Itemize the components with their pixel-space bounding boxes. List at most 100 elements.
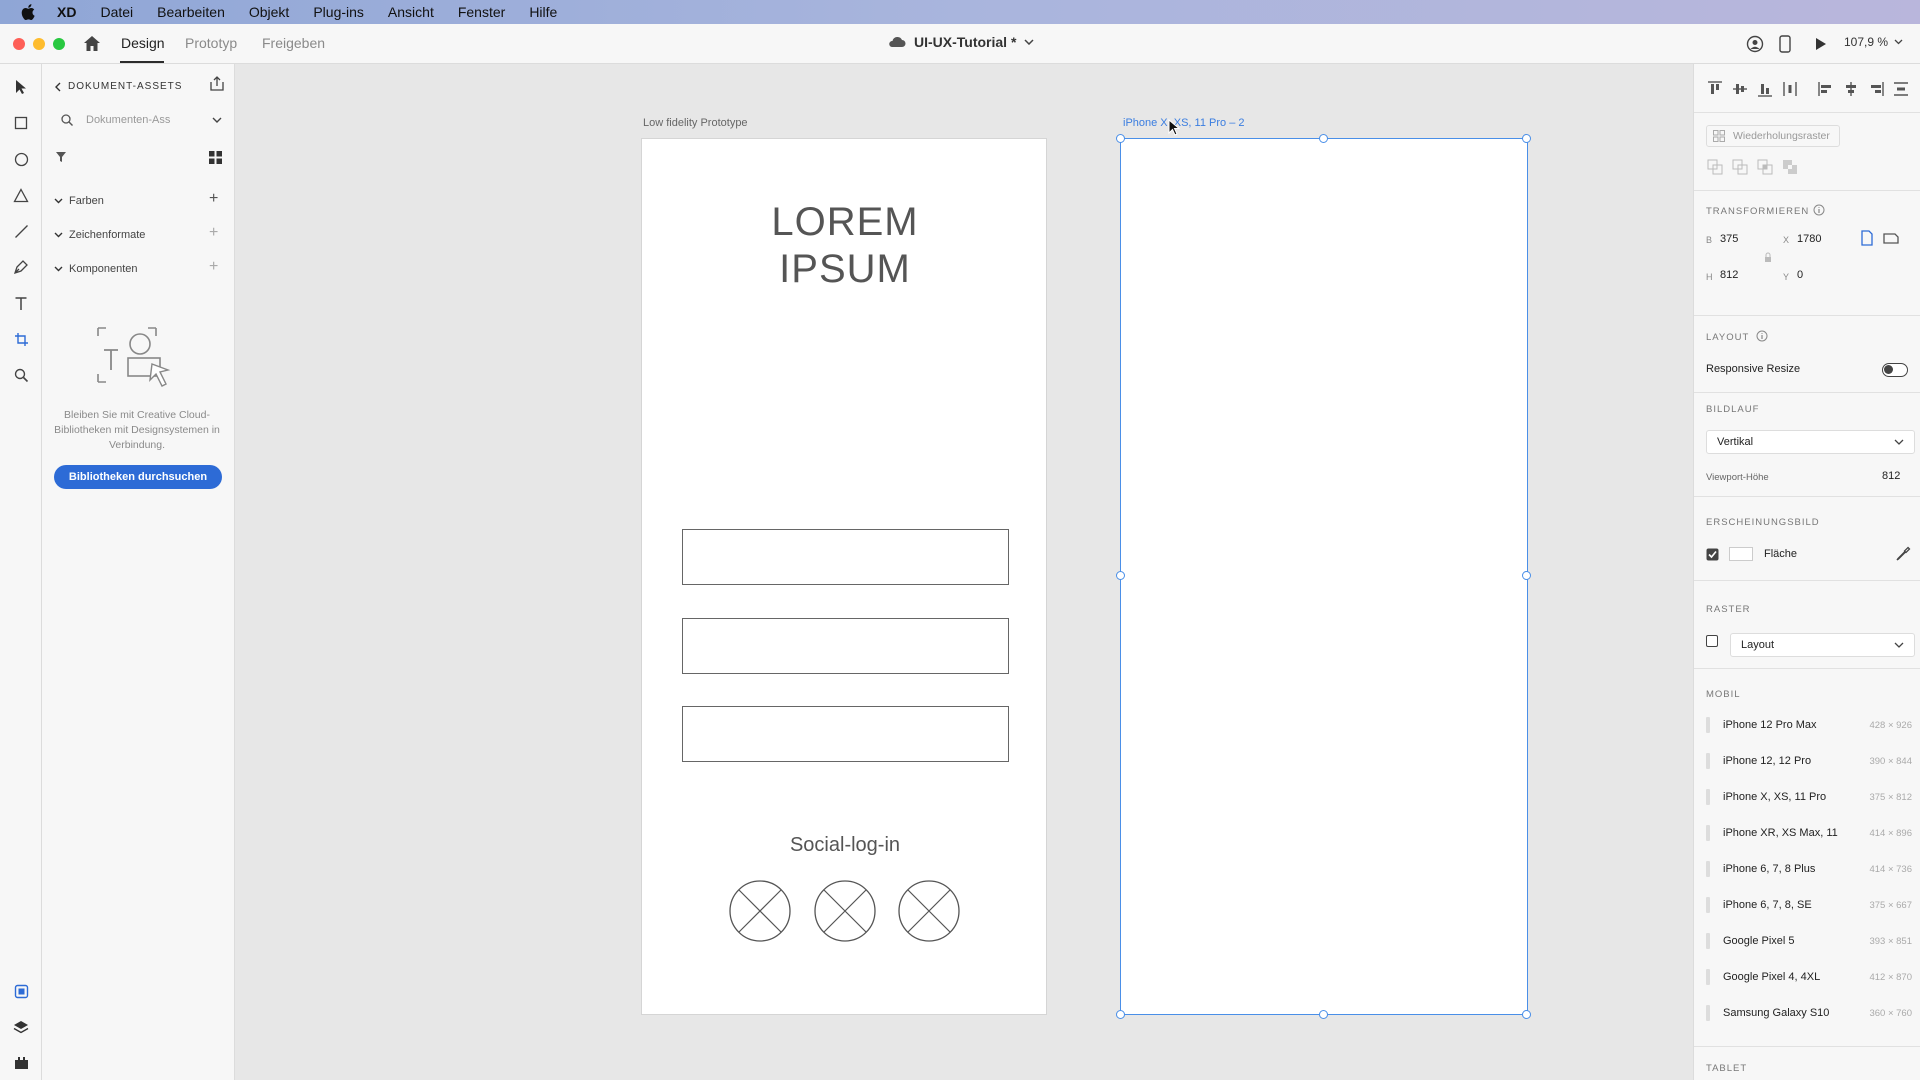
device-preset[interactable]: iPhone XR, XS Max, 11 414 × 896 (1706, 823, 1912, 843)
play-icon[interactable] (1815, 37, 1827, 51)
layers-panel-toggle[interactable] (10, 1016, 32, 1038)
artboard-low-fidelity[interactable]: LOREM IPSUM Social-log-in (641, 138, 1047, 1015)
artboard2-label[interactable]: iPhone X, XS, 11 Pro – 2 (1123, 117, 1244, 129)
zoom-tool[interactable] (10, 364, 32, 386)
landscape-orientation-icon[interactable] (1883, 232, 1899, 244)
add-component-button[interactable]: + (209, 258, 218, 276)
plugins-panel-toggle[interactable] (10, 1052, 32, 1074)
lorem-ipsum-title[interactable]: LOREM IPSUM (642, 199, 1048, 293)
y-input[interactable]: 0 (1797, 269, 1803, 281)
device-preset[interactable]: iPhone 6, 7, 8, SE 375 × 667 (1706, 895, 1912, 915)
device-preset[interactable]: iPhone X, XS, 11 Pro 375 × 812 (1706, 787, 1912, 807)
menu-plugins[interactable]: Plug-ins (313, 4, 364, 20)
scroll-dropdown[interactable]: Vertikal (1706, 430, 1915, 454)
filter-icon[interactable] (55, 151, 67, 163)
device-preset[interactable]: iPhone 12, 12 Pro 390 × 844 (1706, 751, 1912, 771)
input-field-1[interactable] (682, 529, 1009, 585)
tab-freigeben[interactable]: Freigeben (262, 35, 325, 51)
artboard1-label[interactable]: Low fidelity Prototype (643, 117, 748, 129)
assets-search[interactable]: Dokumenten-Ass (54, 108, 224, 132)
align-right-icon[interactable] (1867, 80, 1885, 98)
resize-handle-right[interactable] (1522, 571, 1531, 580)
menu-hilfe[interactable]: Hilfe (529, 4, 557, 20)
resize-handle-bottom-left[interactable] (1116, 1010, 1125, 1019)
section-zeichenformate[interactable]: Zeichenformate (54, 229, 145, 241)
menu-objekt[interactable]: Objekt (249, 4, 289, 20)
eyedropper-icon[interactable] (1895, 546, 1911, 562)
menu-app-xd[interactable]: XD (57, 4, 76, 20)
menu-datei[interactable]: Datei (100, 4, 133, 20)
grid-type-dropdown[interactable]: Layout (1730, 633, 1915, 657)
export-icon[interactable] (209, 76, 225, 92)
boolean-subtract-icon[interactable] (1731, 158, 1749, 176)
distribute-vertical-icon[interactable] (1892, 80, 1910, 98)
assets-panel-toggle[interactable] (10, 980, 32, 1002)
fill-color-swatch[interactable] (1729, 547, 1753, 561)
tab-prototyp[interactable]: Prototyp (185, 35, 237, 51)
grid-checkbox[interactable] (1706, 635, 1718, 647)
width-input[interactable]: 375 (1720, 233, 1738, 245)
distribute-horizontal-icon[interactable] (1781, 80, 1799, 98)
line-tool[interactable] (10, 220, 32, 242)
add-color-button[interactable]: + (209, 190, 218, 208)
fill-checkbox[interactable] (1706, 548, 1719, 561)
resize-handle-top-left[interactable] (1116, 134, 1125, 143)
close-window-button[interactable] (13, 38, 25, 50)
text-tool[interactable] (10, 292, 32, 314)
browse-libraries-button[interactable]: Bibliotheken durchsuchen (54, 465, 222, 489)
align-center-icon[interactable] (1842, 80, 1860, 98)
lock-aspect-icon[interactable] (1763, 250, 1773, 266)
repeat-grid-button[interactable]: Wiederholungsraster (1706, 125, 1840, 147)
social-login-icon-3[interactable] (897, 879, 961, 943)
boolean-exclude-icon[interactable] (1781, 158, 1799, 176)
document-title[interactable]: UI-UX-Tutorial * (888, 34, 1034, 50)
portrait-orientation-icon[interactable] (1860, 230, 1874, 246)
tab-design[interactable]: Design (121, 35, 165, 51)
section-komponenten[interactable]: Komponenten (54, 263, 138, 275)
resize-handle-left[interactable] (1116, 571, 1125, 580)
height-input[interactable]: 812 (1720, 269, 1738, 281)
artboard-iphone-x[interactable] (1120, 138, 1528, 1015)
social-login-label[interactable]: Social-log-in (642, 834, 1048, 857)
responsive-resize-toggle[interactable] (1882, 363, 1908, 377)
align-bottom-icon[interactable] (1756, 80, 1774, 98)
align-middle-icon[interactable] (1731, 80, 1749, 98)
device-preset[interactable]: Samsung Galaxy S10 360 × 760 (1706, 1003, 1912, 1023)
ellipse-tool[interactable] (10, 148, 32, 170)
boolean-intersect-icon[interactable] (1756, 158, 1774, 176)
menu-ansicht[interactable]: Ansicht (388, 4, 434, 20)
section-farben[interactable]: Farben (54, 195, 104, 207)
pen-tool[interactable] (10, 256, 32, 278)
apple-icon[interactable] (19, 2, 39, 22)
zoom-level[interactable]: 107,9 % (1844, 35, 1903, 49)
select-tool[interactable] (10, 76, 32, 98)
resize-handle-bottom-right[interactable] (1522, 1010, 1531, 1019)
input-field-3[interactable] (682, 706, 1009, 762)
boolean-add-icon[interactable] (1706, 158, 1724, 176)
add-character-style-button[interactable]: + (209, 224, 218, 242)
device-preset[interactable]: iPhone 12 Pro Max 428 × 926 (1706, 715, 1912, 735)
rectangle-tool[interactable] (10, 112, 32, 134)
input-field-2[interactable] (682, 618, 1009, 674)
info-icon[interactable] (1813, 204, 1825, 216)
menu-bearbeiten[interactable]: Bearbeiten (157, 4, 225, 20)
device-preset[interactable]: Google Pixel 4, 4XL 412 × 870 (1706, 967, 1912, 987)
viewport-height-input[interactable]: 812 (1882, 470, 1900, 482)
align-top-icon[interactable] (1706, 80, 1724, 98)
maximize-window-button[interactable] (53, 38, 65, 50)
align-left-icon[interactable] (1817, 80, 1835, 98)
info-icon[interactable] (1756, 330, 1768, 342)
assets-header[interactable]: DOKUMENT-ASSETS (54, 81, 182, 92)
minimize-window-button[interactable] (33, 38, 45, 50)
artboard-tool[interactable] (10, 328, 32, 350)
device-preset[interactable]: Google Pixel 5 393 × 851 (1706, 931, 1912, 951)
x-input[interactable]: 1780 (1797, 233, 1821, 245)
resize-handle-bottom[interactable] (1319, 1010, 1328, 1019)
share-user-icon[interactable] (1746, 35, 1764, 53)
social-login-icon-1[interactable] (728, 879, 792, 943)
resize-handle-top-right[interactable] (1522, 134, 1531, 143)
resize-handle-top[interactable] (1319, 134, 1328, 143)
menu-fenster[interactable]: Fenster (458, 4, 505, 20)
grid-view-icon[interactable] (209, 151, 222, 164)
polygon-tool[interactable] (10, 184, 32, 206)
